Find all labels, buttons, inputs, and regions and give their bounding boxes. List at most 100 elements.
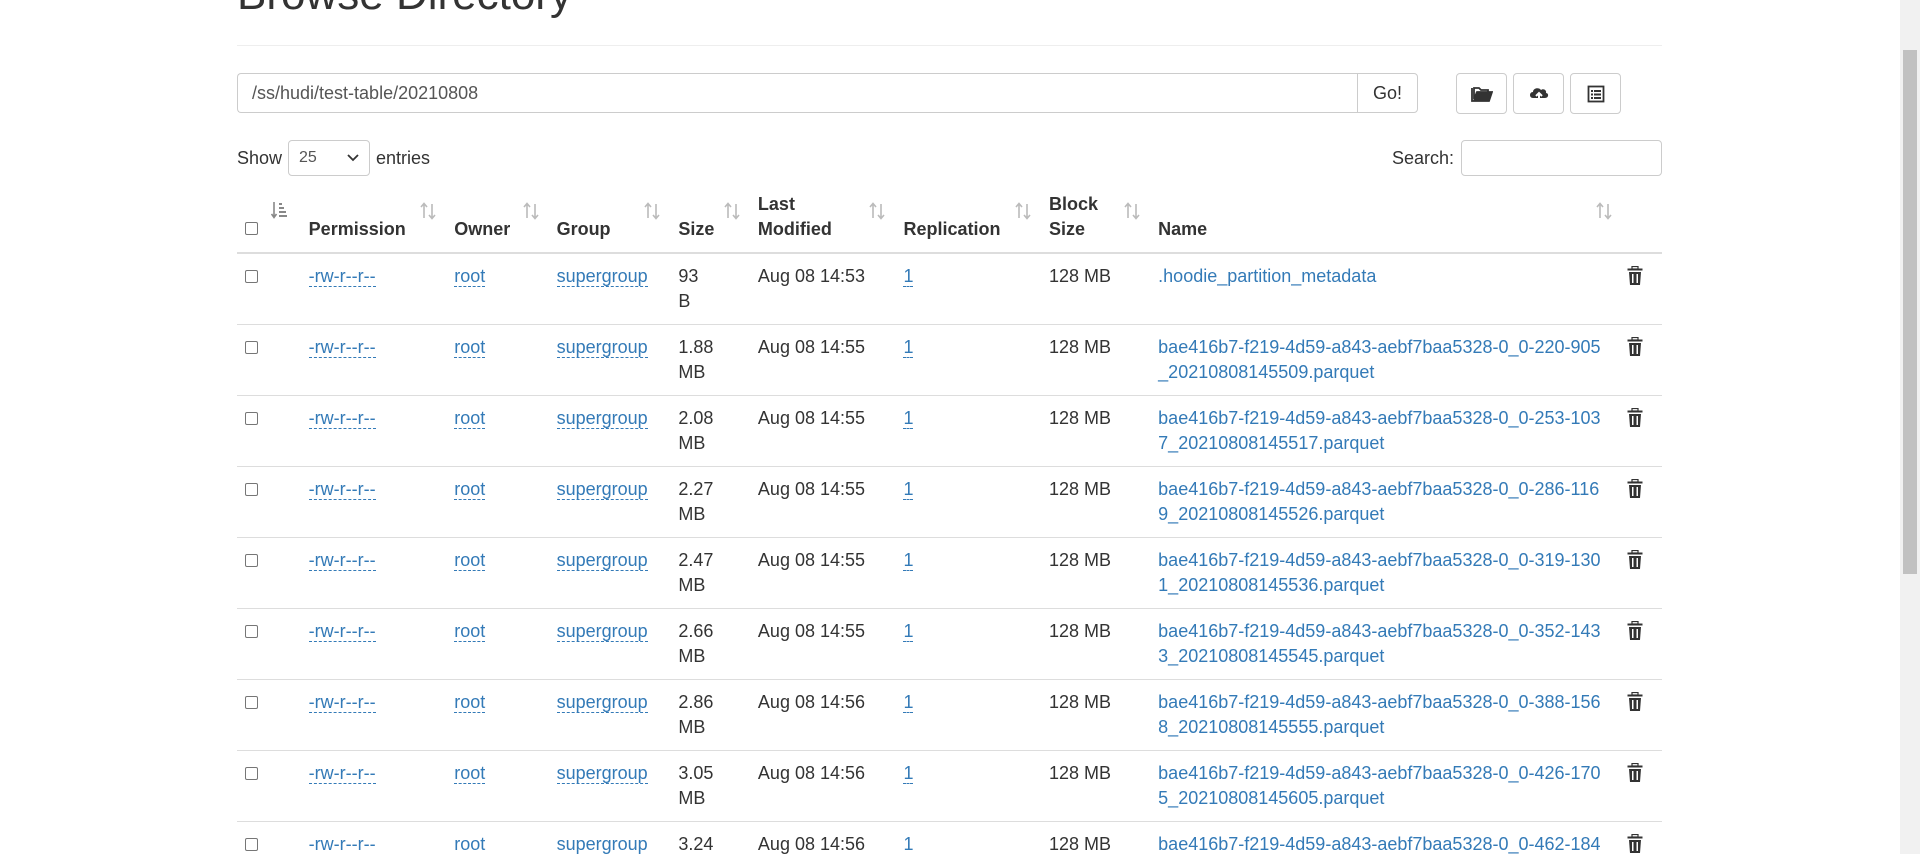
go-button[interactable]: Go! xyxy=(1357,73,1418,113)
column-group[interactable]: Group xyxy=(548,192,671,254)
delete-button[interactable] xyxy=(1627,548,1643,577)
scrollbar-thumb[interactable] xyxy=(1903,50,1917,574)
replication-cell: 1 xyxy=(895,324,1042,396)
size-cell: 2.66 MB xyxy=(670,608,750,680)
delete-button[interactable] xyxy=(1627,619,1643,648)
owner-link[interactable]: root xyxy=(454,337,486,358)
group-link[interactable]: supergroup xyxy=(556,550,648,571)
owner-link[interactable]: root xyxy=(454,479,486,500)
permission-link[interactable]: -rw-r--r-- xyxy=(308,479,376,500)
trash-icon xyxy=(1627,763,1643,782)
group-link[interactable]: supergroup xyxy=(556,337,648,358)
replication-link[interactable]: 1 xyxy=(903,692,914,713)
owner-link[interactable]: root xyxy=(454,692,486,713)
table-row: -rw-r--r-- root supergroup 93 B Aug 08 1… xyxy=(237,253,1662,325)
group-link[interactable]: supergroup xyxy=(556,408,648,429)
delete-button[interactable] xyxy=(1627,832,1643,854)
name-cell: bae416b7-f219-4d59-a843-aebf7baa5328-0_0… xyxy=(1150,324,1662,396)
group-link[interactable]: supergroup xyxy=(556,834,648,854)
page-scrollbar[interactable] xyxy=(1900,0,1920,854)
upload-files-button[interactable] xyxy=(1513,73,1564,114)
owner-link[interactable]: root xyxy=(454,834,486,854)
file-name-link[interactable]: bae416b7-f219-4d59-a843-aebf7baa5328-0_0… xyxy=(1158,477,1602,527)
column-select[interactable] xyxy=(237,192,301,254)
row-checkbox[interactable] xyxy=(245,625,258,638)
name-cell: bae416b7-f219-4d59-a843-aebf7baa5328-0_0… xyxy=(1150,395,1662,467)
delete-button[interactable] xyxy=(1627,761,1643,790)
replication-link[interactable]: 1 xyxy=(903,266,914,287)
permission-link[interactable]: -rw-r--r-- xyxy=(308,408,376,429)
replication-link[interactable]: 1 xyxy=(903,550,914,571)
file-name-link[interactable]: bae416b7-f219-4d59-a843-aebf7baa5328-0_0… xyxy=(1158,406,1602,456)
row-checkbox[interactable] xyxy=(245,838,258,851)
replication-link[interactable]: 1 xyxy=(903,479,914,500)
replication-link[interactable]: 1 xyxy=(903,834,914,854)
group-link[interactable]: supergroup xyxy=(556,266,648,287)
column-replication[interactable]: Replication xyxy=(895,192,1042,254)
column-last-modified[interactable]: Last Modified xyxy=(749,192,896,254)
create-directory-button[interactable] xyxy=(1456,73,1507,114)
trash-icon xyxy=(1627,479,1643,498)
group-link[interactable]: supergroup xyxy=(556,692,648,713)
file-name-link[interactable]: bae416b7-f219-4d59-a843-aebf7baa5328-0_0… xyxy=(1158,335,1602,385)
permission-link[interactable]: -rw-r--r-- xyxy=(308,834,376,854)
replication-link[interactable]: 1 xyxy=(903,621,914,642)
row-checkbox[interactable] xyxy=(245,270,258,283)
file-name-link[interactable]: bae416b7-f219-4d59-a843-aebf7baa5328-0_0… xyxy=(1158,690,1602,740)
cut-paste-button[interactable] xyxy=(1570,73,1621,114)
group-link[interactable]: supergroup xyxy=(556,621,648,642)
block-size-cell: 128 MB xyxy=(1041,324,1151,396)
row-select-cell xyxy=(237,324,301,396)
delete-button[interactable] xyxy=(1627,477,1643,506)
replication-link[interactable]: 1 xyxy=(903,763,914,784)
file-name-link[interactable]: bae416b7-f219-4d59-a843-aebf7baa5328-0_0… xyxy=(1158,761,1602,811)
delete-button[interactable] xyxy=(1627,406,1643,435)
row-select-cell xyxy=(237,253,301,325)
row-checkbox[interactable] xyxy=(245,554,258,567)
delete-button[interactable] xyxy=(1627,335,1643,364)
column-permission[interactable]: Permission xyxy=(300,192,447,254)
file-name-link[interactable]: .hoodie_partition_metadata xyxy=(1158,264,1602,289)
select-all-checkbox[interactable] xyxy=(245,222,258,235)
file-name-link[interactable]: bae416b7-f219-4d59-a843-aebf7baa5328-0_0… xyxy=(1158,832,1602,854)
column-size[interactable]: Size xyxy=(670,192,750,254)
owner-cell: root xyxy=(446,821,549,854)
owner-link[interactable]: root xyxy=(454,550,486,571)
column-owner[interactable]: Owner xyxy=(446,192,549,254)
row-checkbox[interactable] xyxy=(245,696,258,709)
group-link[interactable]: supergroup xyxy=(556,479,648,500)
search-input[interactable] xyxy=(1461,140,1662,176)
permission-link[interactable]: -rw-r--r-- xyxy=(308,337,376,358)
permission-link[interactable]: -rw-r--r-- xyxy=(308,266,376,287)
table-header-row: Permission Owner Group Size Last Modifie… xyxy=(237,192,1662,254)
permission-link[interactable]: -rw-r--r-- xyxy=(308,550,376,571)
trash-icon xyxy=(1627,337,1643,356)
group-link[interactable]: supergroup xyxy=(556,763,648,784)
row-checkbox[interactable] xyxy=(245,483,258,496)
row-checkbox[interactable] xyxy=(245,412,258,425)
file-name-link[interactable]: bae416b7-f219-4d59-a843-aebf7baa5328-0_0… xyxy=(1158,548,1602,598)
entries-select[interactable]: 25 xyxy=(288,140,371,176)
file-name-link[interactable]: bae416b7-f219-4d59-a843-aebf7baa5328-0_0… xyxy=(1158,619,1602,669)
delete-button[interactable] xyxy=(1627,264,1643,293)
column-replication-label: Replication xyxy=(903,219,1001,239)
column-name-label: Name xyxy=(1158,219,1208,239)
column-name[interactable]: Name xyxy=(1150,192,1662,254)
permission-link[interactable]: -rw-r--r-- xyxy=(308,692,376,713)
delete-button[interactable] xyxy=(1627,690,1643,719)
owner-link[interactable]: root xyxy=(454,266,486,287)
owner-link[interactable]: root xyxy=(454,621,486,642)
owner-link[interactable]: root xyxy=(454,763,486,784)
row-checkbox[interactable] xyxy=(245,341,258,354)
size-cell: 93 B xyxy=(678,266,699,311)
path-input[interactable] xyxy=(237,73,1357,113)
modified-cell: Aug 08 14:56 xyxy=(749,750,896,822)
owner-cell: root xyxy=(446,608,549,680)
owner-link[interactable]: root xyxy=(454,408,486,429)
row-checkbox[interactable] xyxy=(245,767,258,780)
column-block-size[interactable]: Block Size xyxy=(1041,192,1151,254)
permission-link[interactable]: -rw-r--r-- xyxy=(308,621,376,642)
replication-link[interactable]: 1 xyxy=(903,408,914,429)
replication-link[interactable]: 1 xyxy=(903,337,914,358)
permission-link[interactable]: -rw-r--r-- xyxy=(308,763,376,784)
